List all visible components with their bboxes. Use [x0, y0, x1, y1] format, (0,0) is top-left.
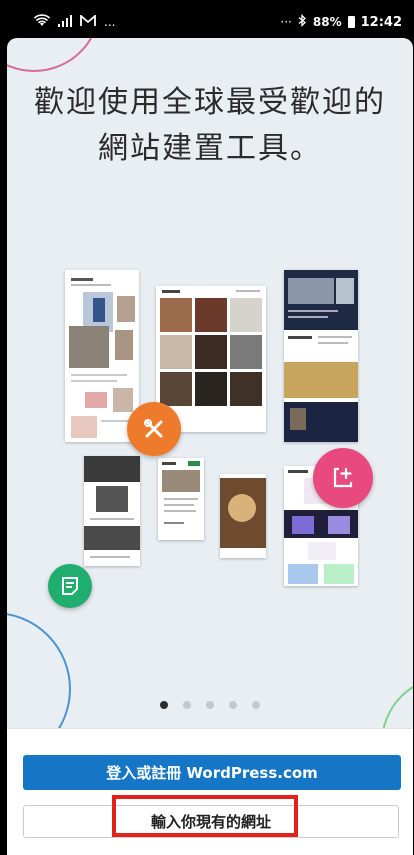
page-dot[interactable] [206, 701, 214, 709]
status-left: ... [33, 13, 116, 30]
login-signup-button[interactable]: 登入或註冊 WordPress.com [23, 755, 401, 790]
document-icon [48, 564, 92, 608]
page-indicator [7, 701, 413, 709]
status-right: ··· 88% 12:42 [280, 13, 402, 30]
enter-site-address-button[interactable]: 輸入你現有的網址 [23, 805, 399, 838]
page-dot-active[interactable] [160, 701, 168, 709]
onboarding-title: 歡迎使用全球最受歡迎的 網站建置工具。 [7, 80, 413, 172]
action-footer: 登入或註冊 WordPress.com 輸入你現有的網址 [7, 728, 413, 855]
more-icons: ··· [280, 15, 292, 29]
page-dot[interactable] [252, 701, 260, 709]
page-dot[interactable] [229, 701, 237, 709]
title-line-1: 歡迎使用全球最受歡迎的 [34, 85, 386, 120]
template-preview [84, 456, 140, 566]
battery-icon [347, 16, 355, 28]
battery-percent: 88% [312, 15, 342, 29]
decorative-circle [7, 38, 101, 72]
template-preview [65, 270, 139, 442]
tools-icon [127, 402, 181, 456]
gmail-icon [80, 13, 96, 30]
site-templates-illustration [7, 268, 413, 638]
signal-icon [58, 14, 72, 30]
onboarding-sheet: 歡迎使用全球最受歡迎的 網站建置工具。 登入或註冊 WordPress.com … [7, 38, 413, 855]
bluetooth-icon [298, 13, 307, 30]
page-dot[interactable] [183, 701, 191, 709]
template-preview [158, 458, 204, 540]
clock: 12:42 [360, 14, 402, 30]
template-preview [284, 270, 358, 442]
add-page-icon [313, 448, 373, 508]
more-notifications: ... [104, 15, 116, 29]
template-preview [220, 474, 266, 558]
title-line-2: 網站建置工具。 [98, 131, 322, 166]
wifi-icon [33, 14, 51, 30]
